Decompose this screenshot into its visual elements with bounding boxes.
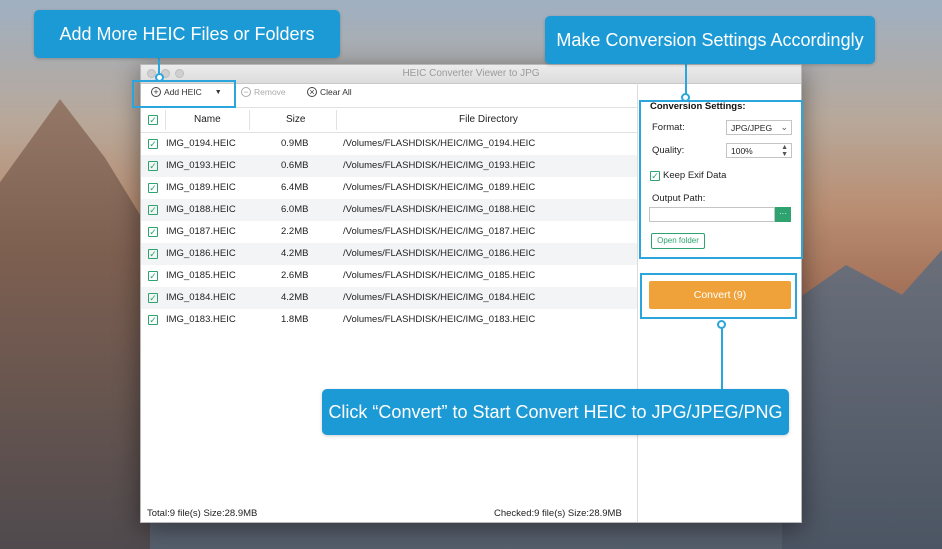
- background-mountain-right: [782, 250, 942, 549]
- table-header: ✓ Name Size File Directory: [141, 107, 638, 133]
- row-checkbox[interactable]: ✓: [148, 183, 158, 193]
- select-all-checkbox[interactable]: ✓: [148, 115, 158, 125]
- table-row[interactable]: ✓ IMG_0194.HEIC 0.9MB/Volumes/FLASHDISK/HE…: [141, 133, 638, 155]
- file-name: IMG_0194.HEIC: [166, 138, 236, 149]
- table-row[interactable]: ✓ IMG_0193.HEIC 0.6MB/Volumes/FLASHDISK/HE…: [141, 155, 638, 177]
- file-directory: /Volumes/FLASHDISK/HEIC/IMG_0194.HEIC: [343, 138, 536, 149]
- column-divider: [165, 110, 166, 130]
- row-checkbox[interactable]: ✓: [148, 161, 158, 171]
- row-checkbox[interactable]: ✓: [148, 293, 158, 303]
- file-directory: /Volumes/FLASHDISK/HEIC/IMG_0193.HEIC: [343, 160, 536, 171]
- minus-icon: −: [241, 87, 251, 97]
- callout-add-files: Add More HEIC Files or Folders: [34, 10, 340, 58]
- convert-highlight-box: [640, 273, 797, 319]
- column-header-size[interactable]: Size: [286, 114, 305, 125]
- row-checkbox[interactable]: ✓: [148, 271, 158, 281]
- column-header-directory[interactable]: File Directory: [459, 114, 518, 125]
- file-size: 0.6MB: [281, 160, 309, 171]
- file-size: 1.8MB: [281, 314, 309, 325]
- connector-dot: [681, 93, 690, 102]
- file-directory: /Volumes/FLASHDISK/HEIC/IMG_0184.HEIC: [343, 292, 536, 303]
- callout-convert: Click “Convert” to Start Convert HEIC to…: [322, 389, 789, 435]
- remove-label: Remove: [254, 87, 286, 97]
- file-size: 2.6MB: [281, 270, 309, 281]
- file-table: ✓ Name Size File Directory ✓ IMG_0194.HEI…: [141, 107, 638, 331]
- file-name: IMG_0187.HEIC: [166, 226, 236, 237]
- x-circle-icon: ×: [307, 87, 317, 97]
- file-directory: /Volumes/FLASHDISK/HEIC/IMG_0185.HEIC: [343, 270, 536, 281]
- settings-highlight-box: [639, 100, 803, 259]
- connector-dot: [155, 73, 164, 82]
- file-directory: /Volumes/FLASHDISK/HEIC/IMG_0183.HEIC: [343, 314, 536, 325]
- column-divider: [249, 110, 250, 130]
- file-directory: /Volumes/FLASHDISK/HEIC/IMG_0188.HEIC: [343, 204, 536, 215]
- table-row[interactable]: ✓ IMG_0184.HEIC 4.2MB/Volumes/FLASHDISK/HE…: [141, 287, 638, 309]
- add-highlight-box: [132, 80, 236, 108]
- total-status: Total:9 file(s) Size:28.9MB: [147, 508, 258, 519]
- title-bar: HEIC Converter Viewer to JPG: [141, 65, 801, 84]
- background-mountain-left: [0, 99, 150, 549]
- table-row[interactable]: ✓ IMG_0189.HEIC 6.4MB/Volumes/FLASHDISK/HE…: [141, 177, 638, 199]
- status-bar: Total:9 file(s) Size:28.9MB Checked:9 fi…: [141, 504, 638, 522]
- checked-status: Checked:9 file(s) Size:28.9MB: [494, 508, 622, 519]
- table-body: ✓ IMG_0194.HEIC 0.9MB/Volumes/FLASHDISK/HE…: [141, 133, 638, 331]
- column-divider: [336, 110, 337, 130]
- column-header-name[interactable]: Name: [194, 114, 221, 125]
- connector-line: [721, 328, 723, 390]
- file-size: 4.2MB: [281, 292, 309, 303]
- callout-settings: Make Conversion Settings Accordingly: [545, 16, 875, 64]
- row-checkbox[interactable]: ✓: [148, 139, 158, 149]
- file-directory: /Volumes/FLASHDISK/HEIC/IMG_0189.HEIC: [343, 182, 536, 193]
- file-name: IMG_0193.HEIC: [166, 160, 236, 171]
- file-name: IMG_0188.HEIC: [166, 204, 236, 215]
- connector-dot: [717, 320, 726, 329]
- file-size: 0.9MB: [281, 138, 309, 149]
- file-size: 2.2MB: [281, 226, 309, 237]
- table-row[interactable]: ✓ IMG_0186.HEIC 4.2MB/Volumes/FLASHDISK/HE…: [141, 243, 638, 265]
- remove-button[interactable]: − Remove: [241, 87, 286, 97]
- clear-all-button[interactable]: × Clear All: [307, 87, 352, 97]
- table-row[interactable]: ✓ IMG_0183.HEIC 1.8MB/Volumes/FLASHDISK/HE…: [141, 309, 638, 331]
- file-directory: /Volumes/FLASHDISK/HEIC/IMG_0187.HEIC: [343, 226, 536, 237]
- table-row[interactable]: ✓ IMG_0185.HEIC 2.6MB/Volumes/FLASHDISK/HE…: [141, 265, 638, 287]
- file-size: 6.0MB: [281, 204, 309, 215]
- window-title: HEIC Converter Viewer to JPG: [402, 68, 540, 79]
- table-row[interactable]: ✓ IMG_0188.HEIC 6.0MB/Volumes/FLASHDISK/HE…: [141, 199, 638, 221]
- file-name: IMG_0183.HEIC: [166, 314, 236, 325]
- file-size: 4.2MB: [281, 248, 309, 259]
- file-directory: /Volumes/FLASHDISK/HEIC/IMG_0186.HEIC: [343, 248, 536, 259]
- connector-line: [685, 64, 687, 95]
- file-name: IMG_0184.HEIC: [166, 292, 236, 303]
- row-checkbox[interactable]: ✓: [148, 205, 158, 215]
- file-name: IMG_0185.HEIC: [166, 270, 236, 281]
- clear-all-label: Clear All: [320, 87, 352, 97]
- file-size: 6.4MB: [281, 182, 309, 193]
- row-checkbox[interactable]: ✓: [148, 227, 158, 237]
- row-checkbox[interactable]: ✓: [148, 315, 158, 325]
- connector-line: [158, 58, 160, 74]
- file-name: IMG_0189.HEIC: [166, 182, 236, 193]
- file-name: IMG_0186.HEIC: [166, 248, 236, 259]
- row-checkbox[interactable]: ✓: [148, 249, 158, 259]
- table-row[interactable]: ✓ IMG_0187.HEIC 2.2MB/Volumes/FLASHDISK/HE…: [141, 221, 638, 243]
